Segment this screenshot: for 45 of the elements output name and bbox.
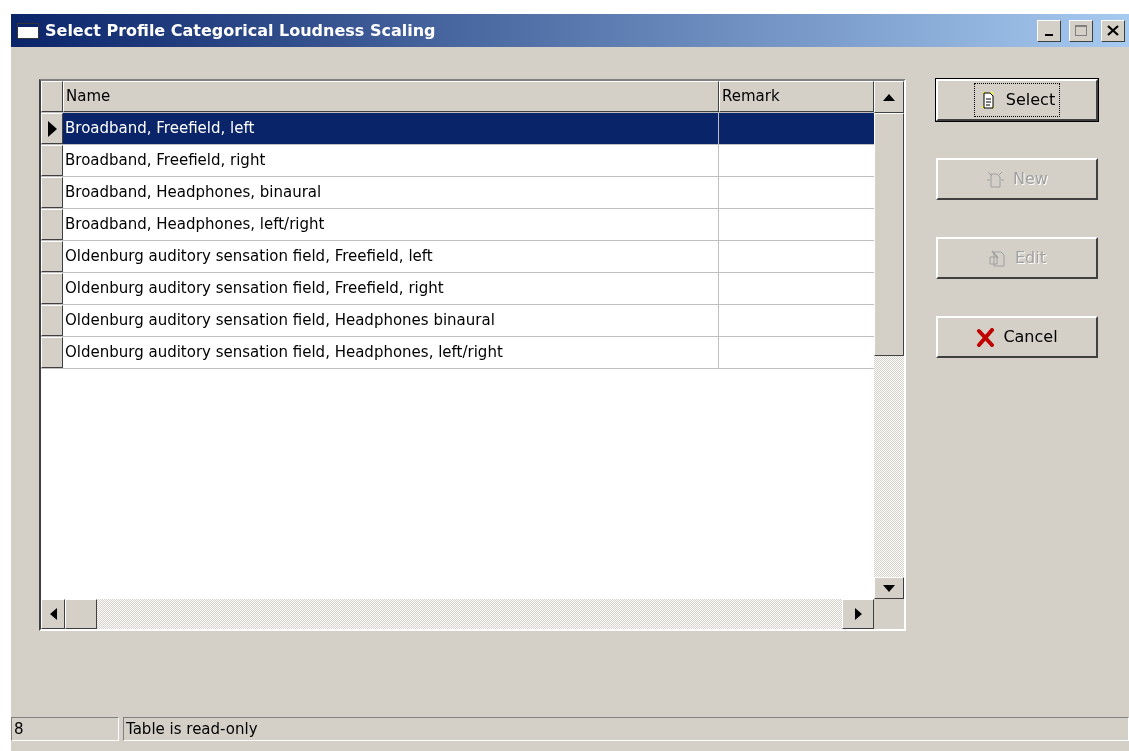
window-title: Select Profile Categorical Loudness Scaling (45, 19, 437, 42)
close-button[interactable] (1101, 19, 1125, 42)
maximize-icon (1074, 24, 1088, 37)
status-panel: Table is read-only (123, 717, 1129, 741)
close-icon (1106, 24, 1120, 37)
minimize-button[interactable] (1037, 19, 1061, 42)
right-arrow-icon (854, 608, 862, 620)
table-cell: Oldenburg auditory sensation field, Headphones, left/right (63, 337, 719, 368)
minimize-icon (1045, 33, 1053, 36)
table-cell: Broadband, Headphones, binaural (63, 177, 719, 208)
sparkle-document-icon (986, 169, 1006, 189)
table-cell: Broadband, Headphones, left/right (63, 209, 719, 240)
scroll-right-button[interactable] (842, 599, 874, 629)
status-panel: 8 (11, 717, 119, 741)
window-icon (17, 22, 39, 39)
scroll-thumb[interactable] (65, 599, 97, 629)
scroll-down-button[interactable] (874, 577, 904, 599)
x-icon (976, 327, 996, 347)
current-row-icon (47, 120, 57, 137)
down-arrow-icon (883, 584, 895, 592)
scrollbar-corner (874, 599, 904, 629)
cancel-button[interactable]: Cancel (936, 316, 1098, 358)
table-cell: Oldenburg auditory sensation field, Freefield, left (63, 241, 719, 272)
edit-document-icon (988, 248, 1007, 268)
scroll-up-button[interactable] (874, 81, 904, 113)
table-cell: Broadband, Freefield, right (63, 145, 719, 176)
up-arrow-icon (883, 93, 895, 101)
row-indicator[interactable] (41, 273, 63, 304)
row-indicator[interactable] (41, 113, 63, 144)
select-button[interactable]: Select (936, 79, 1098, 121)
row-indicator[interactable] (41, 337, 63, 368)
row-indicator[interactable] (41, 305, 63, 336)
table-cell: Oldenburg auditory sensation field, Headphones binaural (63, 305, 719, 336)
row-indicator[interactable] (41, 145, 63, 176)
left-arrow-icon (49, 608, 57, 620)
row-indicator[interactable] (41, 241, 63, 272)
scroll-thumb[interactable] (874, 113, 904, 356)
table-cell: Broadband, Freefield, left (63, 113, 719, 144)
row-indicator[interactable] (41, 209, 63, 240)
maximize-button[interactable] (1069, 19, 1093, 42)
column-header[interactable]: Name (63, 81, 719, 112)
table-cell: Oldenburg auditory sensation field, Freefield, right (63, 273, 719, 304)
row-indicator[interactable] (41, 177, 63, 208)
scroll-left-button[interactable] (41, 599, 65, 629)
column-header[interactable]: Remark (719, 81, 874, 112)
